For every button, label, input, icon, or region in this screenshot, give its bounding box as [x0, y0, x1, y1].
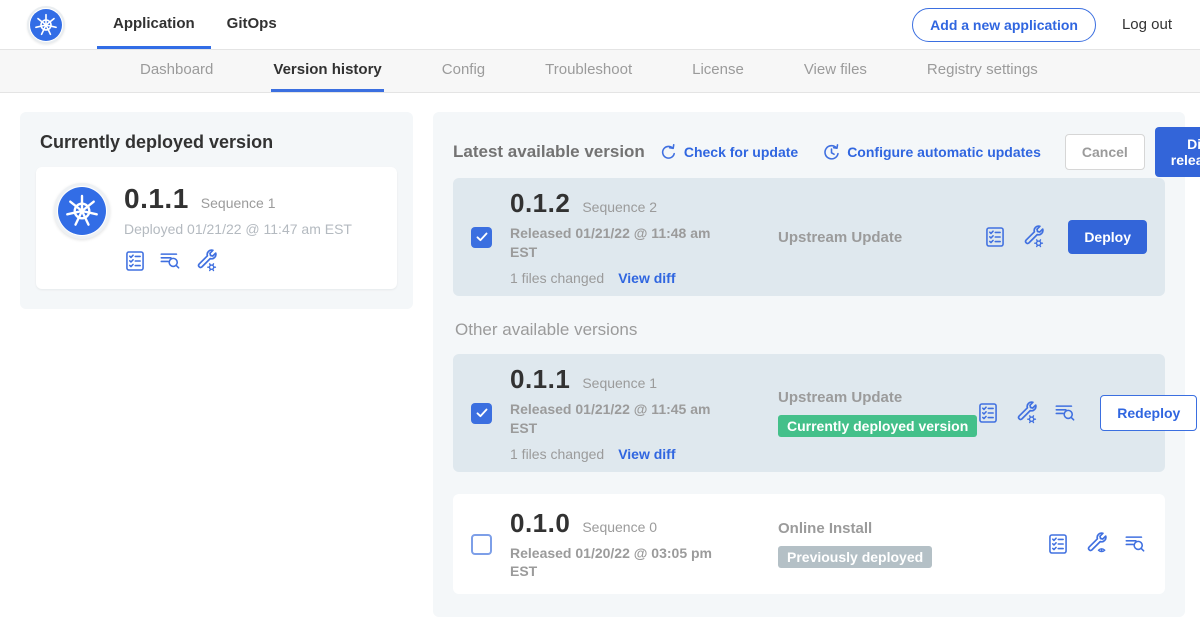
config-wrench-eye-icon[interactable] — [1084, 532, 1108, 556]
clock-refresh-icon — [822, 143, 841, 162]
header-tabs: Application GitOps — [97, 0, 293, 49]
refresh-icon — [659, 143, 678, 162]
currently-deployed-panel: Currently deployed version 0.1.1 Sequen — [20, 112, 413, 309]
deployed-version-card: 0.1.1 Sequence 1 Deployed 01/21/22 @ 11:… — [36, 167, 397, 289]
tab-gitops[interactable]: GitOps — [211, 0, 293, 49]
cancel-button[interactable]: Cancel — [1065, 134, 1145, 170]
files-changed-label: 1 files changed — [510, 446, 604, 462]
version-checkbox[interactable] — [471, 534, 492, 555]
logout-button[interactable]: Log out — [1122, 16, 1172, 33]
files-changed-label: 1 files changed — [510, 270, 604, 286]
previously-deployed-badge: Previously deployed — [778, 546, 932, 568]
subnav-dashboard[interactable]: Dashboard — [138, 50, 215, 92]
top-header: Application GitOps Add a new application… — [0, 0, 1200, 49]
currently-deployed-title: Currently deployed version — [40, 132, 397, 153]
version-number: 0.1.2 — [510, 188, 570, 219]
preflight-checklist-icon[interactable] — [1047, 533, 1069, 555]
kubernetes-wheel-icon — [58, 187, 106, 235]
version-checkbox[interactable] — [471, 403, 492, 424]
subnav-config[interactable]: Config — [440, 50, 487, 92]
config-wrench-gear-icon[interactable] — [1014, 401, 1038, 425]
sequence-label: Sequence 2 — [582, 199, 657, 215]
app-logo — [27, 6, 65, 44]
diff-lines-magnifier-icon[interactable] — [1053, 402, 1077, 424]
sequence-label: Sequence 1 — [582, 375, 657, 391]
version-number: 0.1.0 — [510, 508, 570, 539]
other-available-versions-title: Other available versions — [455, 320, 1165, 340]
subnav-license[interactable]: License — [690, 50, 746, 92]
subnav-view-files[interactable]: View files — [802, 50, 869, 92]
sequence-label: Sequence 0 — [582, 519, 657, 535]
view-diff-link[interactable]: View diff — [618, 270, 675, 286]
version-history-panel: Latest available version Check for updat… — [433, 112, 1185, 617]
deployed-timestamp: Deployed 01/21/22 @ 11:47 am EST — [124, 221, 352, 237]
preflight-checklist-icon[interactable] — [124, 250, 146, 272]
currently-deployed-badge: Currently deployed version — [778, 415, 977, 437]
released-timestamp: Released 01/21/22 @ 11:48 am EST — [510, 224, 735, 260]
deployed-sequence-label: Sequence 1 — [201, 195, 276, 211]
check-for-update-link[interactable]: Check for update — [659, 143, 798, 162]
deploy-button[interactable]: Deploy — [1068, 220, 1147, 254]
released-timestamp: Released 01/21/22 @ 11:45 am EST — [510, 400, 735, 436]
version-source-label: Online Install — [778, 520, 1047, 537]
version-row-0-1-2: 0.1.2 Sequence 2 Released 01/21/22 @ 11:… — [453, 178, 1165, 296]
released-timestamp: Released 01/20/22 @ 03:05 pm EST — [510, 544, 735, 580]
deployed-version-number: 0.1.1 — [124, 183, 189, 215]
redeploy-button[interactable]: Redeploy — [1100, 395, 1197, 431]
subnav-registry-settings[interactable]: Registry settings — [925, 50, 1040, 92]
configure-automatic-updates-link[interactable]: Configure automatic updates — [822, 143, 1041, 162]
version-checkbox[interactable] — [471, 227, 492, 248]
version-source-label: Upstream Update — [778, 389, 977, 406]
version-source-label: Upstream Update — [778, 229, 984, 246]
version-number: 0.1.1 — [510, 364, 570, 395]
version-row-0-1-1: 0.1.1 Sequence 1 Released 01/21/22 @ 11:… — [453, 354, 1165, 472]
view-diff-link[interactable]: View diff — [618, 446, 675, 462]
config-wrench-gear-icon[interactable] — [1021, 225, 1045, 249]
subnav-version-history[interactable]: Version history — [271, 50, 383, 92]
version-row-0-1-0: 0.1.0 Sequence 0 Released 01/20/22 @ 03:… — [453, 494, 1165, 594]
diff-releases-button[interactable]: Diff releases — [1155, 127, 1200, 177]
diff-lines-magnifier-icon[interactable] — [1123, 533, 1147, 555]
diff-lines-magnifier-icon[interactable] — [158, 250, 182, 272]
subnav-troubleshoot[interactable]: Troubleshoot — [543, 50, 634, 92]
latest-available-title: Latest available version — [453, 142, 645, 162]
config-wrench-gear-icon[interactable] — [194, 249, 218, 273]
kubernetes-wheel-icon — [30, 9, 62, 41]
add-application-button[interactable]: Add a new application — [912, 8, 1096, 42]
preflight-checklist-icon[interactable] — [977, 402, 999, 424]
app-subnav: Dashboard Version history Config Trouble… — [0, 49, 1200, 93]
app-logo-badge — [54, 183, 110, 239]
preflight-checklist-icon[interactable] — [984, 226, 1006, 248]
tab-application[interactable]: Application — [97, 0, 211, 49]
